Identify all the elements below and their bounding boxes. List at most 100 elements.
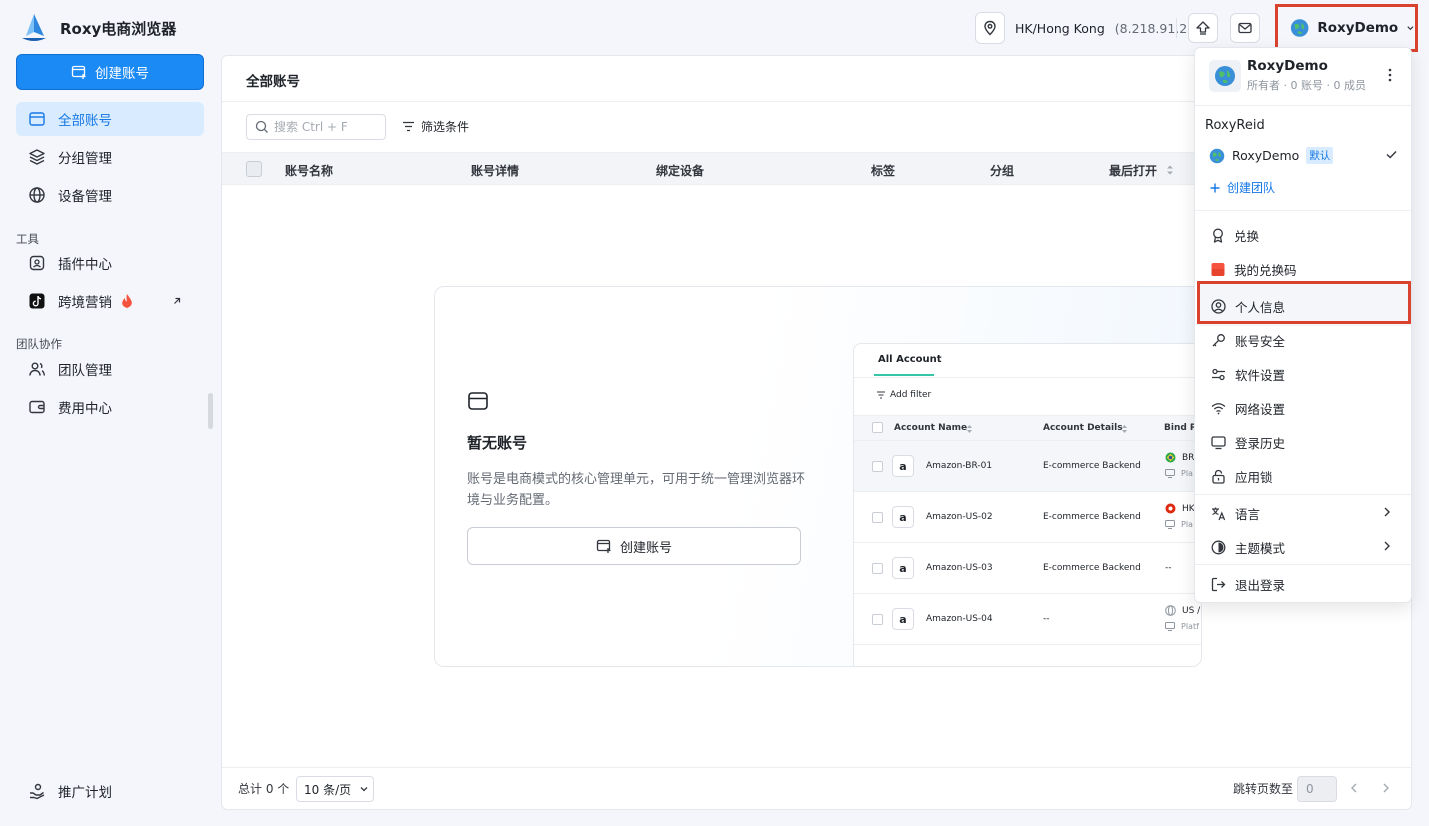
add-window-icon (71, 65, 86, 79)
preview-account-details: -- (1043, 614, 1050, 624)
chevron-right-icon (1384, 507, 1390, 517)
external-arrow-icon (174, 297, 181, 304)
menu-item-label: 兑换 (1234, 229, 1260, 244)
globe-avatar-icon (1215, 66, 1235, 86)
proxy-indicator[interactable]: HK/Hong Kong (8.218.91.28) (967, 12, 1200, 44)
mail-button[interactable] (1230, 13, 1260, 43)
menu-item-logout[interactable]: 退出登录 (1211, 575, 1285, 594)
column-header-last-opened[interactable]: 最后打开 (1109, 162, 1157, 179)
tools-section-heading: 工具 (16, 232, 39, 246)
chevron-down-icon (360, 787, 368, 792)
empty-create-account-button[interactable]: 创建账号 (467, 527, 801, 565)
lock-icon (1212, 469, 1225, 484)
filter-icon (403, 121, 414, 132)
search-box[interactable] (246, 114, 386, 140)
promo-hand-icon (30, 783, 45, 800)
preview-account-details: E-commerce Backend (1043, 563, 1141, 573)
menu-item-network-settings[interactable]: 网络设置 (1211, 399, 1285, 418)
preview-checkbox (872, 563, 883, 574)
sidebar-item-label: 分组管理 (58, 151, 112, 167)
chevron-right-icon (1384, 541, 1390, 551)
divider (1195, 105, 1411, 106)
total-count: 总计 0 个 (238, 782, 290, 796)
sidebar-item-label: 全部账号 (58, 113, 112, 129)
menu-item-my-codes[interactable]: 我的兑换码 (1211, 260, 1297, 279)
menu-item-software-settings[interactable]: 软件设置 (1211, 365, 1285, 384)
menu-item-redeem[interactable]: 兑换 (1211, 226, 1259, 245)
user-menu-button[interactable]: RoxyDemo (1275, 4, 1418, 52)
sidebar-item-groups[interactable]: 分组管理 (16, 140, 204, 174)
preview-account-details: E-commerce Backend (1043, 512, 1141, 522)
menu-item-label: 账号安全 (1235, 334, 1286, 349)
preview-table-header: Account Name Account Details Bind Pr (854, 415, 1201, 441)
sidebar-item-team[interactable]: 团队管理 (16, 352, 204, 386)
divider (854, 377, 1201, 378)
monitor-icon (1211, 436, 1226, 450)
sidebar-item-marketing[interactable]: 跨境营销 (16, 284, 204, 318)
sidebar-item-promo[interactable]: 推广计划 (16, 774, 204, 808)
translate-icon (1212, 507, 1226, 521)
layers-icon (29, 149, 45, 165)
sort-icon (967, 425, 972, 433)
menu-item-login-history[interactable]: 登录历史 (1211, 433, 1285, 452)
preview-bind: BR (1182, 453, 1195, 463)
filter-icon (877, 391, 885, 399)
preview-filter: Add filter (876, 390, 931, 400)
preview-account-name: Amazon-US-04 (926, 614, 993, 624)
preview-bind-sub: Pla (1181, 520, 1193, 529)
page-title: 全部账号 (246, 74, 300, 90)
add-window-icon (596, 539, 611, 553)
sidebar-item-plugins[interactable]: 插件中心 (16, 246, 204, 280)
menu-item-label: 软件设置 (1235, 368, 1286, 383)
globe-icon (29, 187, 45, 203)
team-option-roxydemo[interactable]: RoxyDemo 默认 (1209, 147, 1334, 164)
preview-account-name: Amazon-BR-01 (926, 461, 993, 471)
column-header[interactable]: 账号详情 (471, 162, 519, 179)
sidebar-item-billing[interactable]: 费用中心 (16, 390, 204, 424)
menu-item-security[interactable]: 账号安全 (1211, 331, 1285, 350)
select-all-checkbox[interactable] (246, 161, 262, 177)
create-team-button[interactable]: 创建团队 (1209, 179, 1275, 196)
brazil-flag-icon (1165, 452, 1176, 463)
next-page-icon[interactable] (1379, 781, 1393, 795)
column-header[interactable]: 分组 (990, 162, 1014, 179)
create-account-button[interactable]: 创建账号 (16, 54, 204, 90)
team-meta: 所有者 · 0 账号 · 0 成员 (1247, 79, 1366, 92)
jump-page-input[interactable]: 0 (1297, 776, 1337, 802)
owner-name: RoxyReid (1205, 118, 1265, 133)
sidebar-item-label: 推广计划 (58, 785, 112, 801)
app-title: Roxy电商浏览器 (60, 20, 177, 38)
preview-account-name: Amazon-US-02 (926, 512, 993, 522)
sidebar-scrollbar[interactable] (208, 393, 213, 429)
column-header[interactable]: 绑定设备 (656, 162, 704, 179)
menu-item-theme[interactable]: 主题模式 (1211, 538, 1285, 557)
prev-page-icon[interactable] (1347, 781, 1361, 795)
menu-item-app-lock[interactable]: 应用锁 (1211, 467, 1273, 486)
filter-button[interactable]: 筛选条件 (402, 118, 469, 135)
upgrade-button[interactable] (1188, 13, 1218, 43)
page-size-select[interactable]: 10 条/页 (296, 776, 374, 802)
search-icon (255, 120, 268, 133)
menu-item-language[interactable]: 语言 (1211, 504, 1260, 523)
more-vertical-icon[interactable] (1388, 68, 1392, 82)
search-input[interactable] (274, 120, 374, 134)
column-header[interactable]: 标签 (871, 162, 895, 179)
plus-icon (1210, 183, 1220, 192)
preview-bind-sub: Pla (1181, 469, 1193, 478)
sidebar-item-label: 跨境营销 (58, 295, 112, 311)
sidebar-item-all-accounts[interactable]: 全部账号 (16, 102, 204, 136)
amazon-logo-icon: a (892, 455, 914, 477)
preview-checkbox (872, 422, 883, 433)
plugin-icon (29, 255, 45, 271)
jump-label: 跳转页数至 (1233, 782, 1294, 796)
team-name: RoxyDemo (1247, 58, 1328, 74)
column-header[interactable]: 账号名称 (285, 162, 333, 179)
menu-item-label: 退出登录 (1235, 578, 1286, 593)
hong-kong-flag-icon (1165, 503, 1176, 514)
monitor-icon (1165, 622, 1175, 631)
logout-icon (1211, 577, 1226, 592)
upgrade-icon (1196, 21, 1210, 35)
preview-filter-label: Add filter (890, 390, 932, 400)
preview-illustration: All Account Add filter Account Name Acco… (853, 343, 1201, 666)
sidebar-item-devices[interactable]: 设备管理 (16, 178, 204, 212)
